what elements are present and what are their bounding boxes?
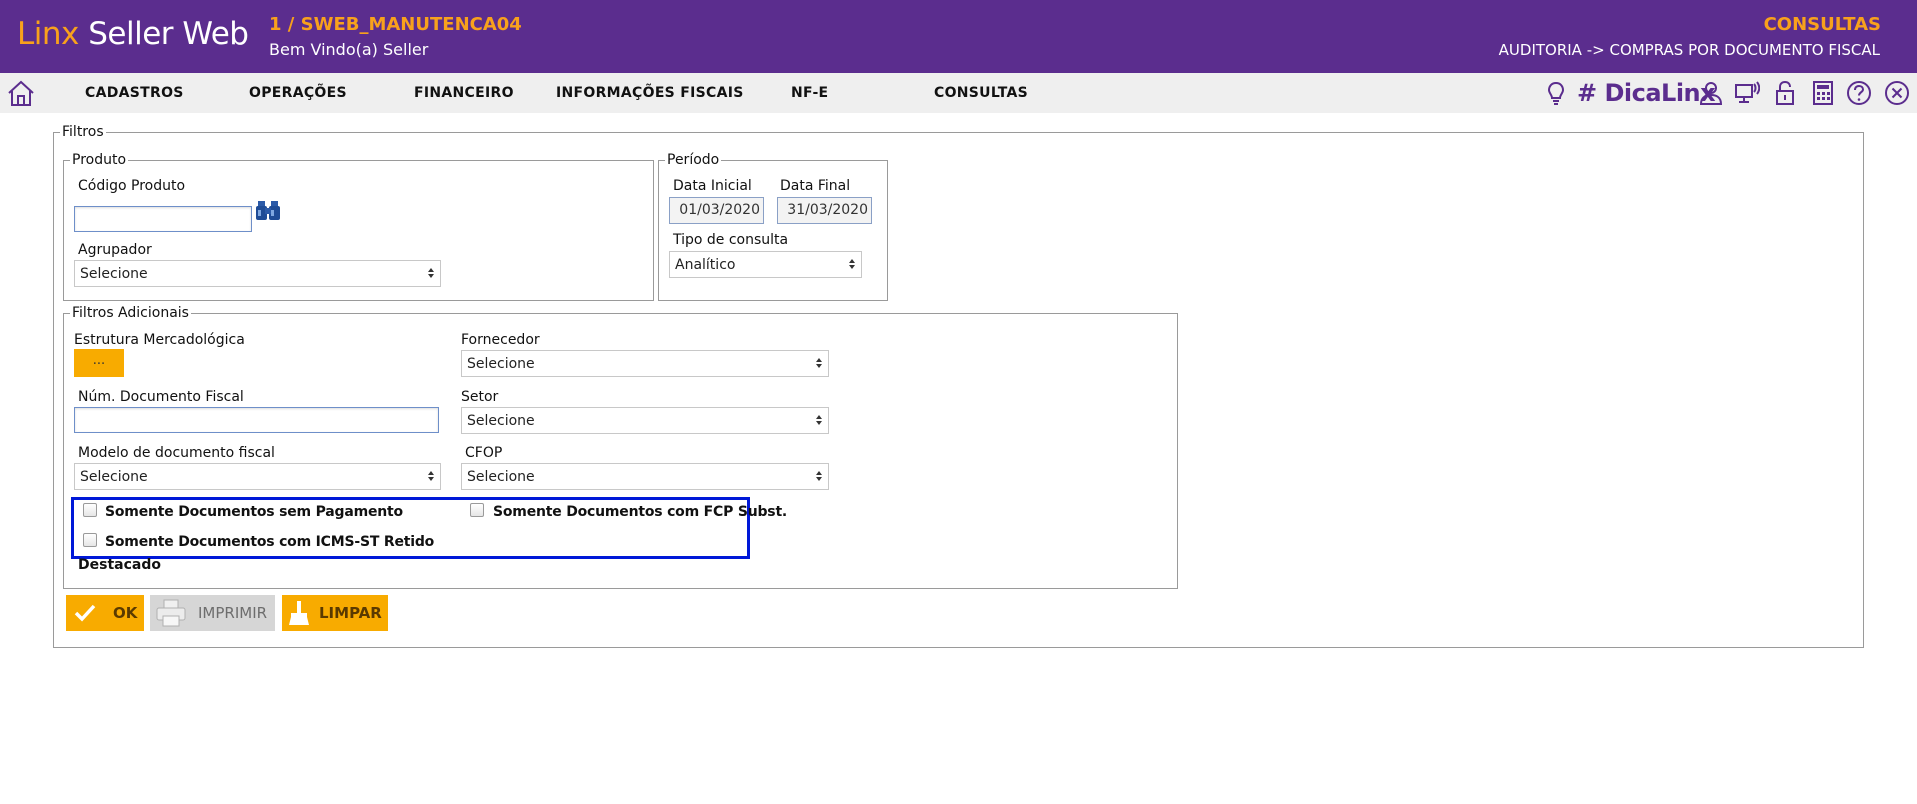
menu-operacoes[interactable]: OPERAÇÕES — [249, 85, 347, 101]
top-header: Linx Seller Web 1 / SWEB_MANUTENCA04 Bem… — [0, 0, 1917, 73]
app-logo: Linx Seller Web — [17, 16, 249, 52]
filtros-adicionais-legend: Filtros Adicionais — [72, 305, 189, 321]
broom-icon — [289, 601, 309, 625]
help-icon[interactable] — [1846, 80, 1872, 106]
menu-financeiro[interactable]: FINANCEIRO — [414, 85, 514, 101]
select-arrow-icon — [816, 471, 822, 483]
agrupador-select[interactable]: Selecione — [74, 260, 441, 287]
ok-button[interactable]: OK — [66, 595, 144, 631]
ok-label: OK — [113, 604, 138, 622]
section-title: CONSULTAS — [1763, 14, 1881, 35]
binoculars-search-icon[interactable] — [254, 198, 282, 224]
fornecedor-label: Fornecedor — [461, 332, 540, 348]
tipo-consulta-value: Analítico — [675, 257, 736, 273]
tipo-consulta-label: Tipo de consulta — [673, 232, 789, 248]
main-menu-bar: CADASTROS OPERAÇÕES FINANCEIRO INFORMAÇÕ… — [0, 73, 1917, 113]
modelo-documento-fiscal-select[interactable]: Selecione — [74, 463, 441, 490]
select-arrow-icon — [849, 259, 855, 271]
calculator-icon[interactable] — [1810, 80, 1836, 106]
user-icon[interactable] — [1698, 80, 1724, 106]
agrupador-value: Selecione — [80, 266, 148, 282]
limpar-label: LIMPAR — [319, 604, 382, 622]
data-inicial-input[interactable]: 01/03/2020 — [669, 197, 764, 224]
check-icon — [74, 604, 96, 622]
close-icon[interactable] — [1884, 80, 1910, 106]
modelo-documento-fiscal-label: Modelo de documento fiscal — [78, 445, 275, 461]
select-arrow-icon — [816, 415, 822, 427]
imprimir-label: IMPRIMIR — [198, 604, 268, 622]
data-inicial-label: Data Inicial — [673, 178, 752, 194]
estrutura-mercadologica-label: Estrutura Mercadológica — [74, 332, 245, 348]
num-documento-fiscal-input[interactable] — [74, 407, 439, 433]
logo-linx: Linx — [17, 16, 79, 52]
setor-select[interactable]: Selecione — [461, 407, 829, 434]
num-documento-fiscal-label: Núm. Documento Fiscal — [78, 389, 244, 405]
codigo-produto-input[interactable] — [74, 206, 252, 232]
menu-nfe[interactable]: NF-E — [791, 85, 828, 101]
menu-consultas[interactable]: CONSULTAS — [934, 85, 1028, 101]
modelo-documento-fiscal-value: Selecione — [80, 469, 148, 485]
lock-icon[interactable] — [1772, 80, 1798, 106]
remote-access-icon[interactable] — [1734, 80, 1760, 106]
dicalinx-link[interactable]: # DicaLinx — [1577, 79, 1716, 107]
filtros-legend: Filtros — [62, 124, 104, 140]
select-arrow-icon — [428, 268, 434, 280]
breadcrumb: AUDITORIA -> COMPRAS POR DOCUMENTO FISCA… — [1498, 41, 1880, 59]
store-name: 1 / SWEB_MANUTENCA04 — [269, 14, 522, 35]
home-icon[interactable] — [6, 79, 36, 107]
estrutura-mercadologica-button[interactable]: ... — [74, 349, 124, 377]
select-arrow-icon — [428, 471, 434, 483]
cfop-label: CFOP — [465, 445, 503, 461]
somente-fcp-subst-label[interactable]: Somente Documentos com FCP Subst. — [493, 504, 787, 520]
destacado-label: Destacado — [78, 557, 161, 573]
periodo-fieldset: Período — [658, 152, 888, 301]
setor-label: Setor — [461, 389, 499, 405]
limpar-button[interactable]: LIMPAR — [282, 595, 388, 631]
cfop-select[interactable]: Selecione — [461, 463, 829, 490]
select-arrow-icon — [816, 358, 822, 370]
welcome-text: Bem Vindo(a) Seller — [269, 40, 429, 59]
somente-icms-st-checkbox[interactable] — [83, 533, 97, 547]
tipo-consulta-select[interactable]: Analítico — [669, 251, 862, 278]
fornecedor-value: Selecione — [467, 356, 535, 372]
menu-cadastros[interactable]: CADASTROS — [85, 85, 184, 101]
somente-sem-pagamento-label[interactable]: Somente Documentos sem Pagamento — [105, 504, 403, 520]
agrupador-label: Agrupador — [78, 242, 152, 258]
somente-fcp-subst-checkbox[interactable] — [470, 503, 484, 517]
lightbulb-icon[interactable] — [1543, 80, 1569, 106]
imprimir-button[interactable]: IMPRIMIR — [150, 595, 275, 631]
periodo-legend: Período — [667, 152, 720, 168]
data-final-label: Data Final — [780, 178, 851, 194]
setor-value: Selecione — [467, 413, 535, 429]
somente-sem-pagamento-checkbox[interactable] — [83, 503, 97, 517]
produto-legend: Produto — [72, 152, 127, 168]
data-final-input[interactable]: 31/03/2020 — [777, 197, 872, 224]
logo-seller-web: Seller Web — [88, 16, 249, 52]
fornecedor-select[interactable]: Selecione — [461, 350, 829, 377]
codigo-produto-label: Código Produto — [78, 178, 186, 194]
menu-informacoes-fiscais[interactable]: INFORMAÇÕES FISCAIS — [556, 85, 744, 101]
somente-icms-st-label[interactable]: Somente Documentos com ICMS-ST Retido — [105, 534, 434, 550]
cfop-value: Selecione — [467, 469, 535, 485]
printer-icon — [156, 599, 186, 627]
